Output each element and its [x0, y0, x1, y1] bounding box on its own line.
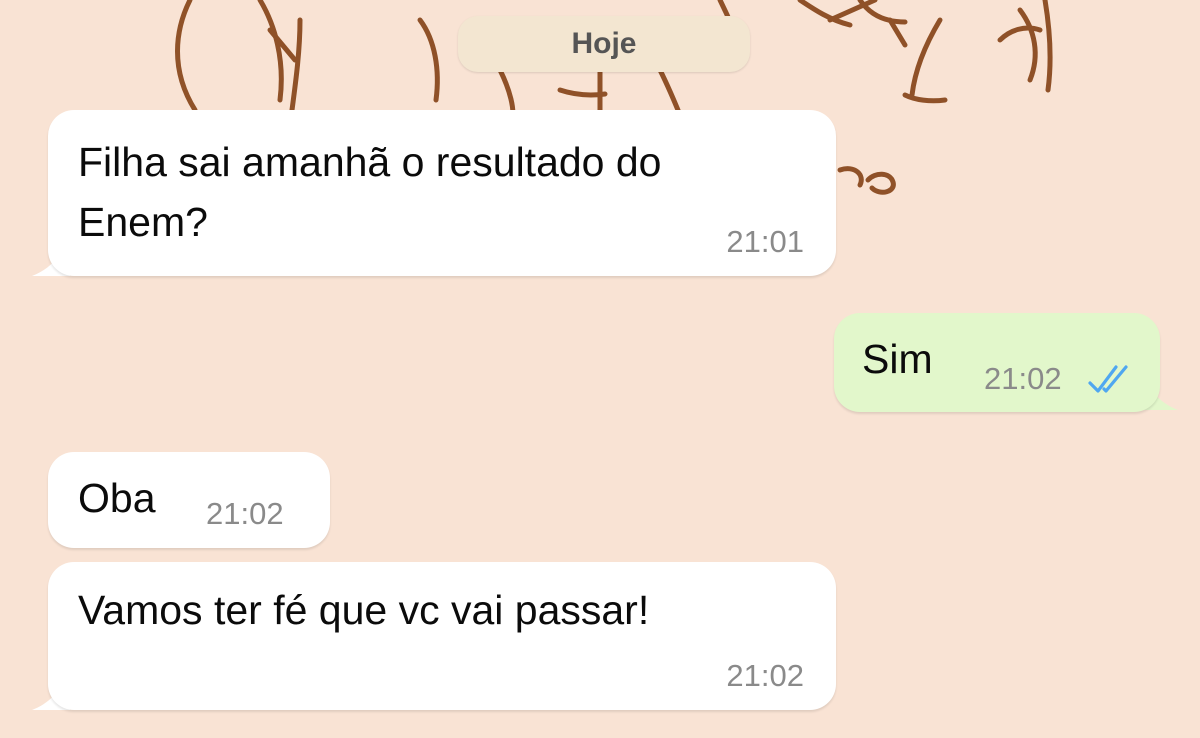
- message-bubble-incoming[interactable]: Vamos ter fé que vc vai passar! 21:02: [48, 562, 836, 710]
- message-text: Oba: [78, 475, 156, 521]
- message-timestamp: 21:02: [984, 361, 1062, 396]
- message-text: Filha sai amanhã o resultado do Enem?: [78, 139, 662, 245]
- double-check-read-icon: [1088, 365, 1128, 393]
- message-bubble-incoming[interactable]: Filha sai amanhã o resultado do Enem? 21…: [48, 110, 836, 276]
- message-bubble-outgoing[interactable]: Sim 21:02: [834, 313, 1160, 412]
- message-timestamp: 21:02: [206, 496, 284, 531]
- message-bubble-incoming[interactable]: Oba 21:02: [48, 452, 330, 548]
- message-text: Sim: [862, 336, 933, 382]
- message-timestamp: 21:02: [726, 658, 804, 693]
- date-separator: Hoje: [458, 16, 750, 72]
- message-text: Vamos ter fé que vc vai passar!: [78, 587, 650, 633]
- message-timestamp: 21:01: [726, 224, 804, 259]
